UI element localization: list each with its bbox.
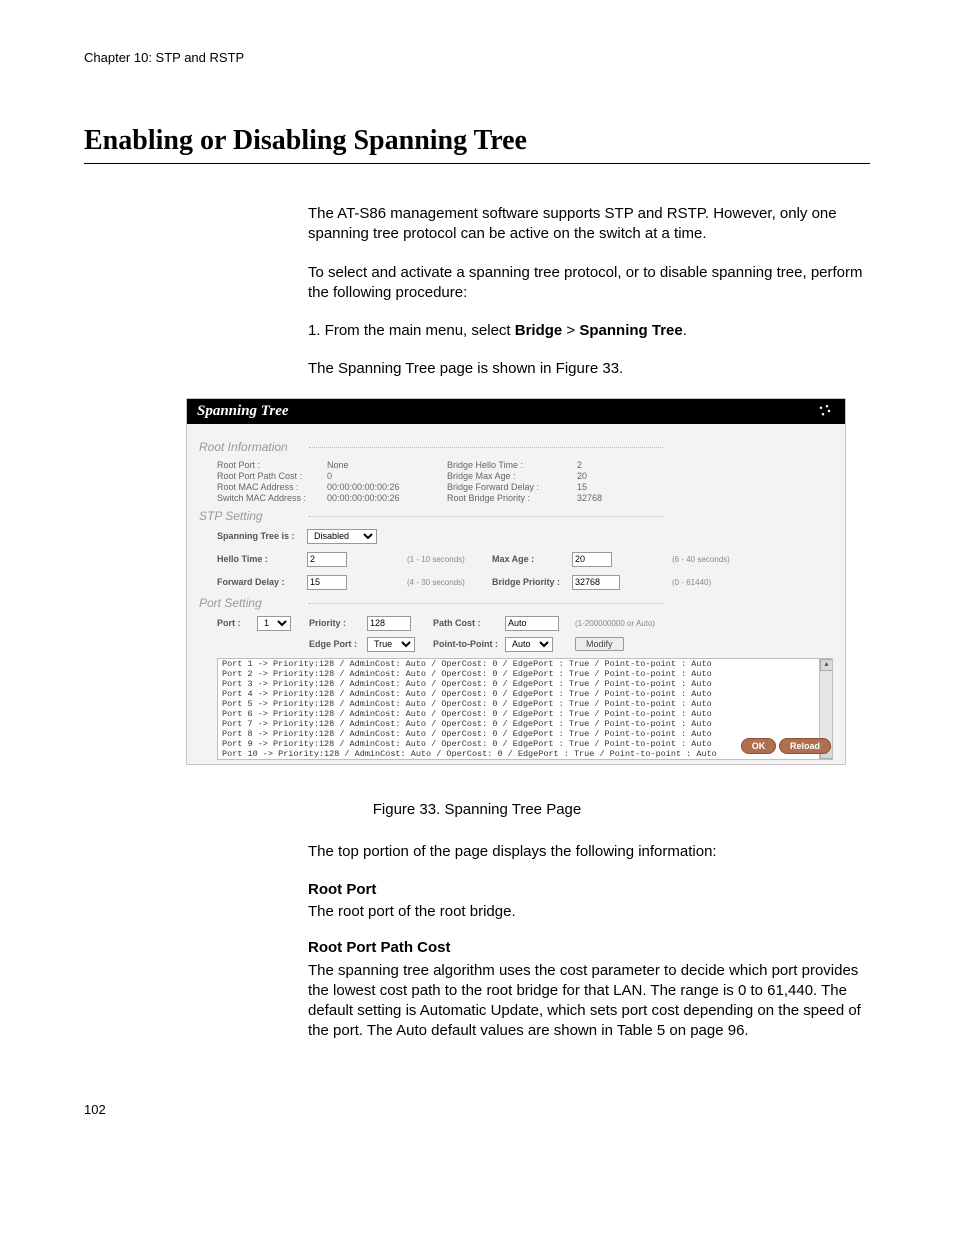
- reload-button[interactable]: Reload: [779, 738, 831, 754]
- stp-setting-grid: Spanning Tree is : Disabled Hello Time :…: [217, 529, 833, 590]
- screenshot-body: Root Information Root Port : None Bridge…: [187, 424, 845, 764]
- port-status-line: Port 5 -> Priority:128 / AdminCost: Auto…: [218, 699, 832, 709]
- title-rule: [84, 163, 870, 164]
- bridge-priority-input[interactable]: [572, 575, 620, 590]
- bridge-max-age-value: 20: [577, 471, 657, 481]
- section-root-info: Root Information: [199, 440, 833, 454]
- port-status-line: Port 3 -> Priority:128 / AdminCost: Auto…: [218, 679, 832, 689]
- path-cost-label: Path Cost :: [433, 618, 499, 628]
- brand-logo-icon: [815, 403, 835, 419]
- step-1-bridge: Bridge: [515, 322, 563, 339]
- step-1-sep: >: [562, 322, 579, 339]
- port-status-line: Port 2 -> Priority:128 / AdminCost: Auto…: [218, 669, 832, 679]
- root-mac-value: 00:00:00:00:00:26: [327, 482, 447, 492]
- port-status-line: Port 7 -> Priority:128 / AdminCost: Auto…: [218, 719, 832, 729]
- def-root-port-path-cost: Root Port Path Cost The spanning tree al…: [308, 938, 870, 1041]
- body-text-lower: The top portion of the page displays the…: [308, 842, 870, 1042]
- max-age-input[interactable]: [572, 552, 612, 567]
- step-1-suffix: .: [683, 322, 687, 339]
- port-status-line: Port 6 -> Priority:128 / AdminCost: Auto…: [218, 709, 832, 719]
- port-label: Port :: [217, 618, 251, 628]
- p2p-select[interactable]: Auto: [505, 637, 553, 652]
- bridge-fwd-delay-label: Bridge Forward Delay :: [447, 482, 577, 492]
- port-status-line: Port 4 -> Priority:128 / AdminCost: Auto…: [218, 689, 832, 699]
- port-priority-input[interactable]: [367, 616, 411, 631]
- section-port-setting: Port Setting: [199, 596, 833, 610]
- def-rppc-term: Root Port Path Cost: [308, 938, 870, 958]
- section-stp-setting: STP Setting: [199, 509, 833, 523]
- root-port-label: Root Port :: [217, 460, 327, 470]
- page: Chapter 10: STP and RSTP Enabling or Dis…: [0, 0, 954, 1157]
- screenshot-titlebar: Spanning Tree: [187, 399, 845, 424]
- switch-mac-value: 00:00:00:00:00:26: [327, 493, 447, 503]
- screenshot-panel: Spanning Tree Root Information Root Port…: [186, 398, 846, 765]
- forward-delay-input[interactable]: [307, 575, 347, 590]
- def-root-port: Root Port The root port of the root brid…: [308, 880, 870, 923]
- bridge-hello-label: Bridge Hello Time :: [447, 460, 577, 470]
- root-info-grid: Root Port : None Bridge Hello Time : 2 R…: [217, 460, 833, 503]
- step-1-result: The Spanning Tree page is shown in Figur…: [308, 359, 870, 379]
- max-age-label: Max Age :: [492, 554, 572, 564]
- port-status-line: Port 1 -> Priority:128 / AdminCost: Auto…: [218, 659, 832, 669]
- ok-button[interactable]: OK: [741, 738, 777, 754]
- root-mac-label: Root MAC Address :: [217, 482, 327, 492]
- def-rppc-desc: The spanning tree algorithm uses the cos…: [308, 961, 870, 1042]
- intro-para-3: The top portion of the page displays the…: [308, 842, 870, 862]
- port-priority-label: Priority :: [309, 618, 361, 628]
- path-cost-input[interactable]: [505, 616, 559, 631]
- hello-time-hint: (1 - 10 seconds): [407, 555, 492, 564]
- modify-button[interactable]: Modify: [575, 637, 624, 651]
- spanning-tree-is-label: Spanning Tree is :: [217, 531, 307, 541]
- edge-port-select[interactable]: True: [367, 637, 415, 652]
- port-setting-row-1: Port : 1 Priority : Path Cost : (1-20000…: [217, 616, 833, 631]
- step-1: 1. From the main menu, select Bridge > S…: [308, 321, 870, 341]
- root-path-cost-label: Root Port Path Cost :: [217, 471, 327, 481]
- bridge-max-age-label: Bridge Max Age :: [447, 471, 577, 481]
- intro-para-2: To select and activate a spanning tree p…: [308, 263, 870, 304]
- p2p-label: Point-to-Point :: [433, 639, 499, 649]
- bridge-priority-label: Bridge Priority :: [492, 577, 572, 587]
- bridge-hello-value: 2: [577, 460, 657, 470]
- section-title: Enabling or Disabling Spanning Tree: [84, 125, 870, 157]
- spanning-tree-select[interactable]: Disabled: [307, 529, 377, 544]
- path-cost-hint: (1-200000000 or Auto): [575, 619, 665, 628]
- running-header: Chapter 10: STP and RSTP: [84, 50, 870, 65]
- hello-time-input[interactable]: [307, 552, 347, 567]
- action-button-row: OK Reload: [199, 738, 833, 754]
- max-age-hint: (6 - 40 seconds): [672, 555, 782, 564]
- edge-port-label: Edge Port :: [309, 639, 361, 649]
- bridge-priority-hint: (0 - 61440): [672, 578, 782, 587]
- step-1-spanning: Spanning Tree: [579, 322, 682, 339]
- page-number: 102: [84, 1102, 870, 1117]
- step-1-prefix: 1. From the main menu, select: [308, 322, 515, 339]
- body-text: The AT-S86 management software supports …: [308, 204, 870, 380]
- forward-delay-hint: (4 - 30 seconds): [407, 578, 492, 587]
- bridge-fwd-delay-value: 15: [577, 482, 657, 492]
- root-bridge-prio-label: Root Bridge Priority :: [447, 493, 577, 503]
- intro-para-1: The AT-S86 management software supports …: [308, 204, 870, 245]
- switch-mac-label: Switch MAC Address :: [217, 493, 327, 503]
- figure-caption: Figure 33. Spanning Tree Page: [84, 801, 870, 818]
- scroll-up-icon[interactable]: ▲: [820, 659, 833, 671]
- port-setting-row-2: Edge Port : True Point-to-Point : Auto M…: [217, 637, 833, 652]
- hello-time-label: Hello Time :: [217, 554, 307, 564]
- root-port-value: None: [327, 460, 447, 470]
- def-root-port-desc: The root port of the root bridge.: [308, 902, 870, 922]
- forward-delay-label: Forward Delay :: [217, 577, 307, 587]
- port-select[interactable]: 1: [257, 616, 291, 631]
- root-bridge-prio-value: 32768: [577, 493, 657, 503]
- def-root-port-term: Root Port: [308, 880, 870, 900]
- root-path-cost-value: 0: [327, 471, 447, 481]
- screenshot-title: Spanning Tree: [197, 403, 289, 420]
